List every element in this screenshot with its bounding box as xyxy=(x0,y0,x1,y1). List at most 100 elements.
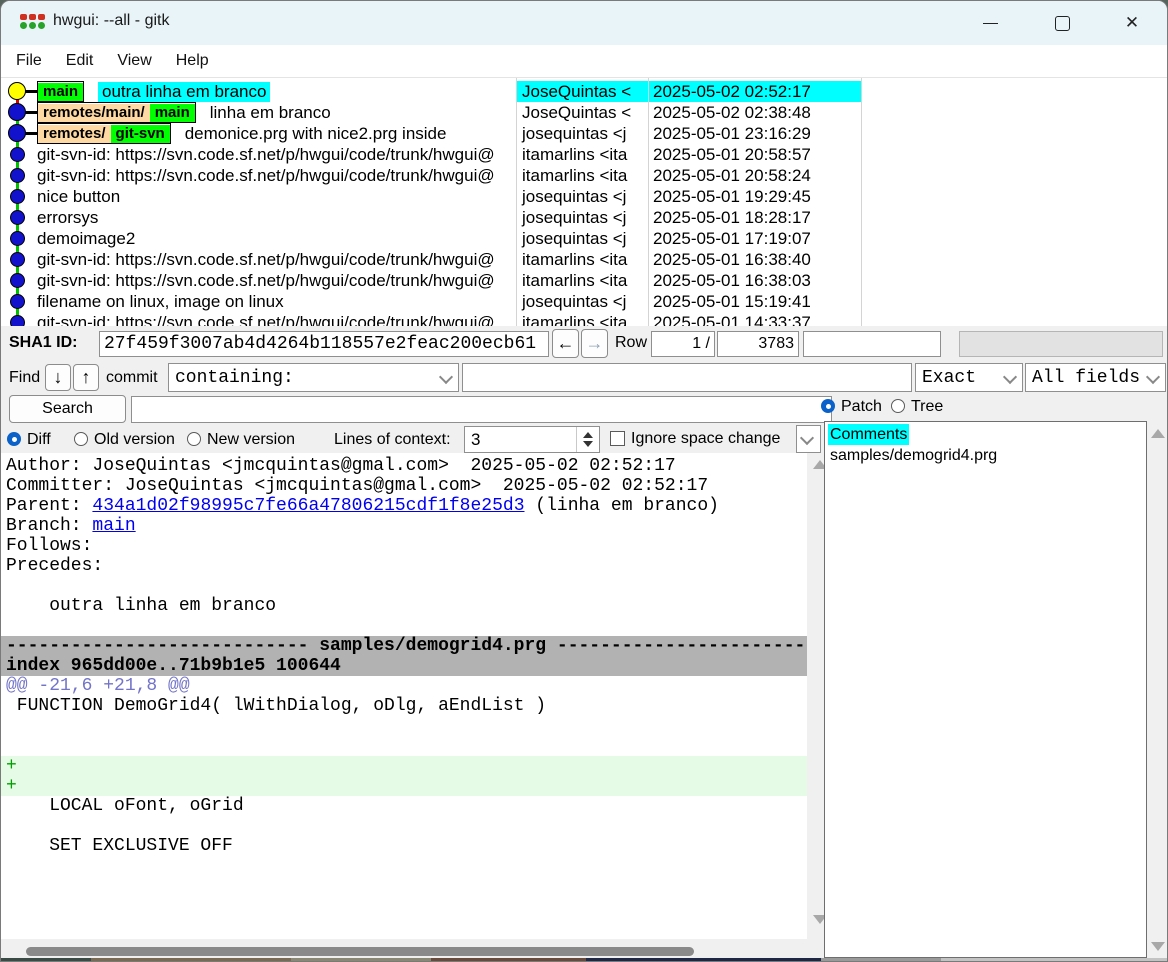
commit-row[interactable]: errorsysjosequintas <j2025-05-01 18:28:1… xyxy=(1,207,1167,228)
ref-labels[interactable]: remotes/git-svn xyxy=(37,123,171,144)
menu-view[interactable]: View xyxy=(105,52,163,70)
blue-commit-dot xyxy=(10,273,25,288)
match-mode-dropdown[interactable]: Exact xyxy=(915,363,1023,392)
find-query-input[interactable] xyxy=(462,363,912,392)
ref-labels[interactable]: remotes/main/main xyxy=(37,102,196,123)
commit-subject: git-svn-id: https://svn.code.sf.net/p/hw… xyxy=(37,145,495,165)
ignore-space-checkbox[interactable] xyxy=(610,431,625,446)
commit-row[interactable]: remotes/main/mainlinha em brancoJoseQuin… xyxy=(1,102,1167,123)
menu-file[interactable]: File xyxy=(1,52,54,70)
ref-label-branch[interactable]: main xyxy=(150,104,195,122)
row-label: Row xyxy=(615,334,647,352)
commit-row[interactable]: git-svn-id: https://svn.code.sf.net/p/hw… xyxy=(1,270,1167,291)
file-list-scrollbar[interactable] xyxy=(1147,421,1168,962)
menu-edit[interactable]: Edit xyxy=(54,52,106,70)
menu-bar: File Edit View Help xyxy=(1,45,1167,78)
lines-of-context-spinner[interactable] xyxy=(464,426,600,453)
commit-subject: errorsys xyxy=(37,208,98,228)
diff-line: + xyxy=(1,776,807,796)
commit-row[interactable]: mainoutra linha em brancoJoseQuintas <20… xyxy=(1,81,1167,102)
scroll-down-icon[interactable] xyxy=(1151,942,1165,951)
back-arrow-icon: ← xyxy=(557,333,575,354)
branch-link[interactable]: main xyxy=(92,516,135,536)
commit-subject: git-svn-id: https://svn.code.sf.net/p/hw… xyxy=(37,166,495,186)
maximize-button[interactable] xyxy=(1039,1,1085,45)
commit-author: josequintas <j xyxy=(516,123,648,144)
diff-line: Branch: main xyxy=(1,516,807,536)
find-next-button[interactable]: ↓ xyxy=(45,364,71,391)
commit-date: 2025-05-01 16:38:03 xyxy=(648,270,861,291)
icon-green-dot xyxy=(29,22,36,29)
fields-dropdown[interactable]: All fields xyxy=(1025,363,1166,392)
search-button[interactable]: Search xyxy=(9,395,126,423)
new-version-radio[interactable] xyxy=(187,432,201,446)
minimize-icon xyxy=(983,23,998,24)
commit-list-pane: mainoutra linha em brancoJoseQuintas <20… xyxy=(1,78,1167,326)
graph-connector xyxy=(25,111,38,114)
commit-date: 2025-05-01 15:19:41 xyxy=(648,291,861,312)
status-field xyxy=(959,331,1163,357)
commit-date: 2025-05-02 02:38:48 xyxy=(648,102,861,123)
find-prev-button[interactable]: ↑ xyxy=(73,364,99,391)
old-version-radio[interactable] xyxy=(74,432,88,446)
file-list-panel[interactable]: Commentssamples/demogrid4.prg xyxy=(824,421,1147,958)
sha1-context-field[interactable] xyxy=(803,331,941,357)
search-input[interactable] xyxy=(131,396,832,423)
find-type-dropdown[interactable]: containing: xyxy=(168,363,459,392)
scroll-up-icon[interactable] xyxy=(1151,429,1165,438)
patch-radio[interactable] xyxy=(821,399,835,413)
close-button[interactable]: ✕ xyxy=(1109,1,1155,45)
search-button-label: Search xyxy=(42,400,93,418)
diff-line: Follows: xyxy=(1,536,807,556)
lines-of-context-value[interactable] xyxy=(465,427,583,452)
ref-label-branch[interactable]: main xyxy=(38,83,83,101)
commit-row[interactable]: git-svn-id: https://svn.code.sf.net/p/hw… xyxy=(1,249,1167,270)
commit-row[interactable]: nice buttonjosequintas <j2025-05-01 19:2… xyxy=(1,186,1167,207)
diff-radio[interactable] xyxy=(7,432,21,446)
ref-label-branch[interactable]: git-svn xyxy=(111,125,170,143)
commit-row[interactable]: git-svn-id: https://svn.code.sf.net/p/hw… xyxy=(1,144,1167,165)
icon-green-dot xyxy=(38,22,45,29)
commit-rows: mainoutra linha em brancoJoseQuintas <20… xyxy=(1,81,1167,326)
ref-labels[interactable]: main xyxy=(37,81,84,102)
window-title: hwgui: --all - gitk xyxy=(53,12,169,30)
commit-date: 2025-05-02 02:52:17 xyxy=(648,81,861,102)
gitk-app-icon xyxy=(20,14,46,33)
forward-button[interactable]: → xyxy=(581,329,608,358)
file-list-item[interactable]: Comments xyxy=(825,424,1146,445)
diff-line xyxy=(1,576,807,596)
commit-row[interactable]: git-svn-id: https://svn.code.sf.net/p/hw… xyxy=(1,312,1167,326)
diff-encoding-dropdown[interactable] xyxy=(796,425,821,453)
row-total-field xyxy=(717,331,799,357)
commit-date: 2025-05-01 16:38:40 xyxy=(648,249,861,270)
menu-help[interactable]: Help xyxy=(164,52,221,70)
ref-label-remote[interactable]: remotes/ xyxy=(38,125,111,143)
commit-row[interactable]: remotes/git-svndemonice.prg with nice2.p… xyxy=(1,123,1167,144)
diff-line xyxy=(1,736,807,756)
minimize-button[interactable] xyxy=(967,1,1013,45)
row-current-field[interactable] xyxy=(651,331,715,357)
blue-commit-dot xyxy=(10,231,25,246)
blue-commit-dot xyxy=(10,315,25,326)
file-list-item[interactable]: samples/demogrid4.prg xyxy=(825,445,1146,466)
ref-label-remote[interactable]: remotes/main/ xyxy=(38,104,150,122)
spinner-down-icon xyxy=(583,441,593,447)
commit-row[interactable]: demoimage2josequintas <j2025-05-01 17:19… xyxy=(1,228,1167,249)
spinner-buttons[interactable] xyxy=(576,427,599,452)
commit-date: 2025-05-01 17:19:07 xyxy=(648,228,861,249)
back-button[interactable]: ← xyxy=(552,329,579,358)
commit-row[interactable]: git-svn-id: https://svn.code.sf.net/p/hw… xyxy=(1,165,1167,186)
diff-line: index 965dd00e..71b9b1e5 100644 xyxy=(1,656,807,676)
title-bar: hwgui: --all - gitk ✕ xyxy=(1,1,1167,45)
parent-commit-link[interactable]: 434a1d02f98995c7fe66a47806215cdf1f8e25d3 xyxy=(92,496,524,516)
commit-date: 2025-05-01 19:29:45 xyxy=(648,186,861,207)
tree-radio[interactable] xyxy=(891,399,905,413)
commit-subject: linha em branco xyxy=(210,103,331,123)
commit-row[interactable]: filename on linux, image on linuxjosequi… xyxy=(1,291,1167,312)
scrollbar-thumb[interactable] xyxy=(26,947,694,956)
diff-line: FUNCTION DemoGrid4( lWithDialog, oDlg, a… xyxy=(1,696,807,716)
sha1-input[interactable] xyxy=(99,331,549,357)
icon-red-bar xyxy=(20,14,27,20)
diff-pane[interactable]: Author: JoseQuintas <jmcquintas@gmal.com… xyxy=(1,453,807,939)
commit-author: josequintas <j xyxy=(516,207,648,228)
